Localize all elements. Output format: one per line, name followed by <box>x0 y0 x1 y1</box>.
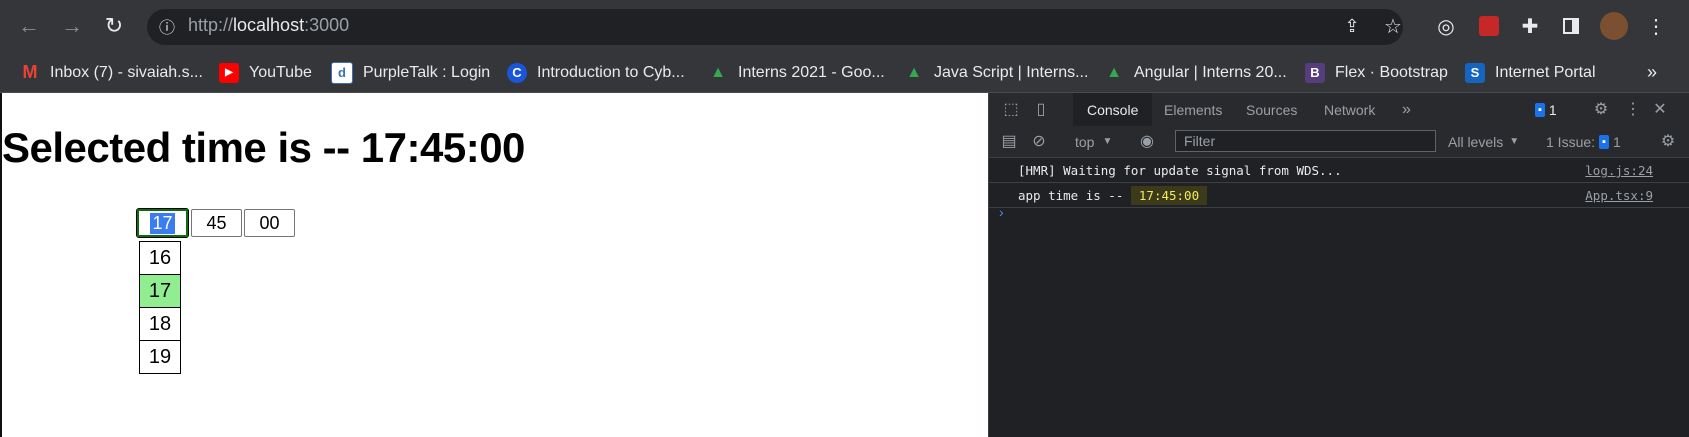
share-icon[interactable]: ⇪ <box>1335 9 1369 43</box>
chevron-down-icon: ▼ <box>1509 136 1520 147</box>
tab-console[interactable]: Console <box>1073 93 1153 126</box>
devtools-tab-bar: ⬚ ▯ Console Elements Sources Network » ▪… <box>989 93 1689 127</box>
bookmarks-overflow-button[interactable]: » <box>1647 53 1657 92</box>
google-drive-icon: ▲ <box>710 63 726 81</box>
bootstrap-icon: B <box>1305 62 1325 83</box>
clear-console-icon[interactable]: ⊘ <box>1027 129 1051 153</box>
google-drive-icon: ▲ <box>906 63 922 81</box>
avatar[interactable] <box>1597 9 1631 43</box>
log-value: 17:45:00 <box>1130 186 1208 205</box>
filter-input[interactable]: Filter <box>1175 130 1436 152</box>
context-selector[interactable]: top ▼ <box>1075 126 1112 157</box>
browser-toolbar: ← → ↻ ⓘ http://localhost:3000 ⇪ ☆ ◎ ✚ ⋮ <box>0 0 1689 53</box>
bookmarks-bar: M Inbox (7) - sivaiah.s... ▶ YouTube d Purp… <box>0 53 1689 93</box>
tab-sources[interactable]: Sources <box>1246 93 1297 126</box>
source-link[interactable]: App.tsx:9 <box>1585 188 1653 203</box>
hour-option[interactable]: 18 <box>139 308 181 341</box>
more-vert-icon[interactable]: ⋮ <box>1621 97 1645 121</box>
hour-option[interactable]: 19 <box>139 341 181 374</box>
more-vert-icon[interactable]: ⋮ <box>1639 9 1673 43</box>
issues-button[interactable]: 1 Issue: ▪ 1 <box>1546 126 1621 157</box>
coursera-icon: C <box>507 62 527 83</box>
page-viewport: Selected time is -- 17:45:00 17 45 00 16… <box>0 93 988 437</box>
red-extension-icon[interactable] <box>1472 9 1506 43</box>
site-info-icon[interactable]: ⓘ <box>150 9 184 43</box>
device-toolbar-icon[interactable]: ▯ <box>1029 97 1053 121</box>
bookmark-interns-2021[interactable]: ▲ Interns 2021 - Goo... <box>708 53 885 92</box>
close-icon[interactable]: ✕ <box>1648 97 1672 121</box>
bookmark-javascript-interns[interactable]: ▲ Java Script | Interns... <box>904 53 1088 92</box>
hour-dropdown-list: 16 17 18 19 <box>139 241 181 374</box>
side-panel-icon[interactable] <box>1554 9 1588 43</box>
bookmark-angular-interns[interactable]: ▲ Angular | Interns 20... <box>1104 53 1287 92</box>
seconds-input[interactable]: 00 <box>244 209 295 237</box>
purpletalk-icon: d <box>331 61 353 84</box>
bookmark-purpletalk[interactable]: d PurpleTalk : Login <box>331 53 490 92</box>
sidebar-toggle-icon[interactable]: ▤ <box>997 129 1021 153</box>
star-icon[interactable]: ☆ <box>1376 9 1410 43</box>
youtube-icon: ▶ <box>219 62 239 83</box>
reload-icon[interactable]: ↻ <box>97 9 131 43</box>
chevron-down-icon: ▼ <box>1102 136 1113 147</box>
tab-network[interactable]: Network <box>1324 93 1375 126</box>
console-message: app time is -- 17:45:00 App.tsx:9 <box>989 183 1689 208</box>
console-message: [HMR] Waiting for update signal from WDS… <box>989 158 1689 183</box>
bookmark-flex-bootstrap[interactable]: B Flex · Bootstrap <box>1305 53 1448 92</box>
minutes-input[interactable]: 45 <box>191 209 242 237</box>
log-levels-dropdown[interactable]: All levels ▼ <box>1448 126 1519 157</box>
hour-option[interactable]: 16 <box>139 241 181 275</box>
google-drive-icon: ▲ <box>1106 63 1122 81</box>
devtools-panel: ⬚ ▯ Console Elements Sources Network » ▪… <box>988 93 1689 437</box>
message-badge-icon: ▪ <box>1599 134 1609 149</box>
console-prompt[interactable]: › <box>999 204 1004 220</box>
console-settings-icon[interactable]: ⚙ <box>1656 129 1680 153</box>
console-toolbar: ▤ ⊘ top ▼ ◉ Filter All levels ▼ 1 Issue: ▪ 1… <box>989 126 1689 158</box>
back-arrow-icon[interactable]: ← <box>12 9 46 43</box>
tab-elements[interactable]: Elements <box>1164 93 1222 126</box>
hours-input[interactable]: 17 <box>136 208 189 238</box>
more-tabs-button[interactable]: » <box>1402 93 1411 126</box>
issues-counter-button[interactable]: ▪ 1 <box>1531 93 1557 126</box>
settings-gear-icon[interactable]: ⚙ <box>1589 97 1613 121</box>
source-link[interactable]: log.js:24 <box>1585 163 1653 178</box>
url-text[interactable]: http://localhost:3000 <box>188 15 349 36</box>
hour-option-selected[interactable]: 17 <box>139 275 181 308</box>
eye-icon[interactable]: ◉ <box>1135 129 1159 153</box>
puzzle-extensions-icon[interactable]: ✚ <box>1513 9 1547 43</box>
bookmark-coursera[interactable]: C Introduction to Cyb... <box>507 53 685 92</box>
bookmark-internet-portal[interactable]: S Internet Portal <box>1465 53 1596 92</box>
page-title: Selected time is -- 17:45:00 <box>2 124 525 171</box>
bookmark-youtube[interactable]: ▶ YouTube <box>219 53 312 92</box>
gmail-icon: M <box>22 62 38 82</box>
inspect-element-icon[interactable]: ⬚ <box>999 97 1023 121</box>
portal-icon: S <box>1465 62 1485 83</box>
bookmark-gmail[interactable]: M Inbox (7) - sivaiah.s... <box>20 53 203 92</box>
message-badge-icon: ▪ <box>1535 102 1545 117</box>
forward-arrow-icon[interactable]: → <box>55 9 89 43</box>
target-extension-icon[interactable]: ◎ <box>1429 9 1463 43</box>
